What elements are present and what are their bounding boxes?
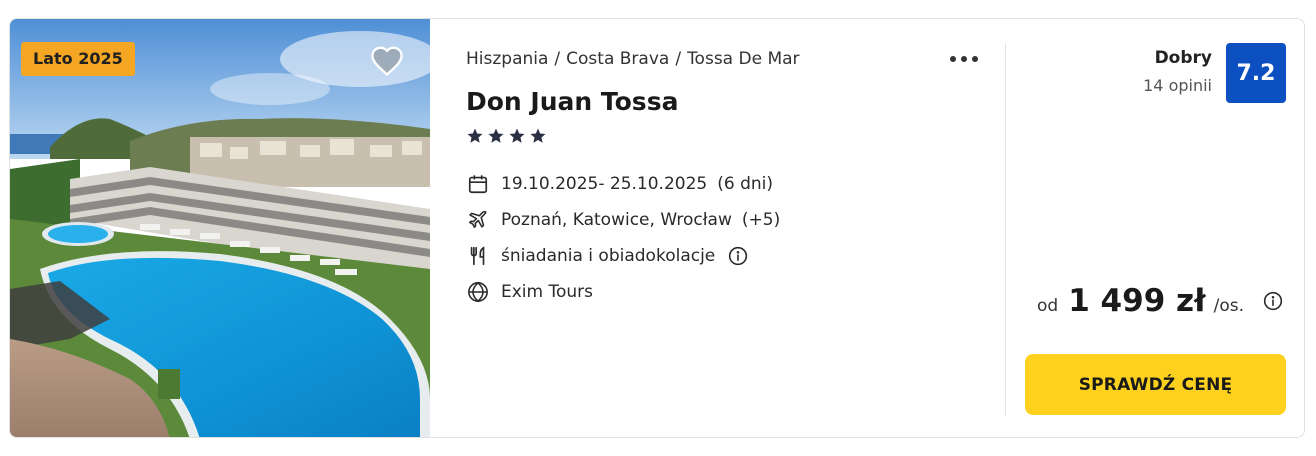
duration-text: (6 dni)	[717, 174, 773, 194]
board-text: śniadania i obiadokolacje	[501, 246, 716, 266]
price-suffix: /os.	[1213, 296, 1244, 316]
departures-row: Poznań, Katowice, Wrocław (+5)	[466, 207, 780, 233]
more-dots-icon	[972, 56, 978, 62]
fork-knife-icon	[466, 244, 490, 268]
more-dots-icon	[950, 56, 956, 62]
plane-icon	[466, 208, 490, 232]
board-info-button[interactable]	[727, 245, 749, 267]
rating-score-badge: 7.2	[1226, 43, 1286, 103]
hotel-name[interactable]: Don Juan Tossa	[466, 87, 678, 116]
star-icon	[530, 128, 546, 143]
dates-row: 19.10.2025- 25.10.2025 (6 dni)	[466, 171, 773, 197]
check-price-button[interactable]: SPRAWDŹ CENĘ	[1025, 354, 1286, 415]
more-options-button[interactable]	[946, 47, 982, 71]
breadcrumb: Hiszpania / Costa Brava / Tossa De Mar	[466, 49, 800, 69]
breadcrumb-region[interactable]: Costa Brava	[566, 49, 669, 69]
hotel-stars	[466, 127, 547, 145]
departures-more[interactable]: (+5)	[742, 210, 780, 230]
operator-text: Exim Tours	[501, 282, 594, 302]
breadcrumb-country[interactable]: Hiszpania	[466, 49, 548, 69]
calendar-icon	[466, 172, 490, 196]
hotel-photo-image	[10, 19, 430, 437]
info-icon	[729, 246, 748, 266]
star-icon	[467, 128, 483, 143]
operator-row: Exim Tours	[466, 279, 593, 305]
globe-icon	[466, 280, 490, 304]
departures-text: Poznań, Katowice, Wrocław	[501, 210, 732, 230]
star-icon	[488, 128, 504, 143]
breadcrumb-separator: /	[675, 49, 682, 69]
price-line: od 1 499 zł /os.	[1037, 283, 1284, 319]
price-prefix: od	[1036, 296, 1059, 316]
price-amount: 1 499 zł	[1068, 283, 1206, 319]
breadcrumb-separator: /	[554, 49, 561, 69]
dates-text: 19.10.2025- 25.10.2025	[501, 174, 708, 194]
hotel-photo[interactable]: Lato 2025	[10, 19, 430, 437]
star-icon	[509, 128, 525, 143]
more-dots-icon	[961, 56, 967, 62]
rating-label: Dobry	[1154, 48, 1212, 68]
season-badge: Lato 2025	[21, 42, 135, 76]
rating-count[interactable]: 14 opinii	[1143, 76, 1212, 95]
price-info-button[interactable]	[1262, 290, 1284, 312]
offer-card[interactable]: Lato 2025 Hiszpania / Costa Brava / Tossa De…	[9, 18, 1305, 438]
breadcrumb-city[interactable]: Tossa De Mar	[687, 49, 799, 69]
favorite-button[interactable]	[367, 41, 407, 79]
info-icon	[1263, 291, 1283, 311]
offer-details: Hiszpania / Costa Brava / Tossa De Mar Don J…	[466, 19, 1006, 437]
column-divider	[1005, 43, 1006, 415]
heart-icon	[371, 46, 403, 76]
board-row: śniadania i obiadokolacje	[466, 243, 749, 269]
